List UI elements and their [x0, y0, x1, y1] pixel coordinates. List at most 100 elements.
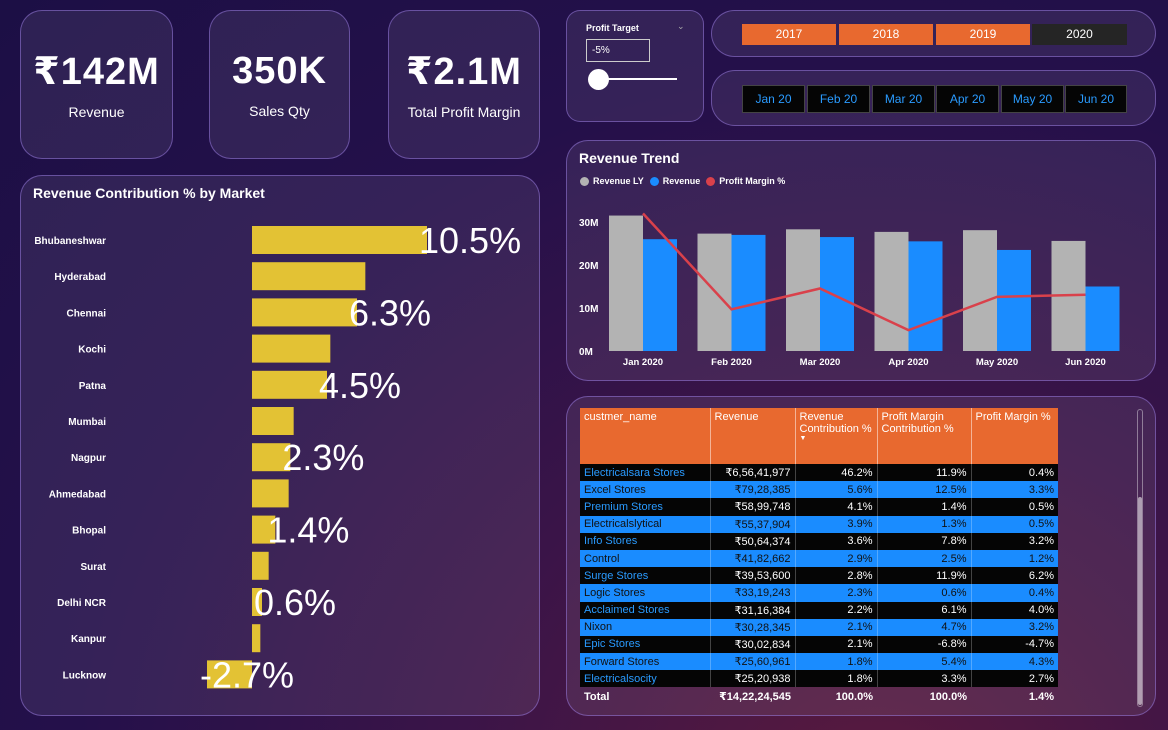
table-cell: Electricalsara Stores	[580, 464, 711, 482]
table-cell: 2.3%	[795, 584, 878, 602]
total-cell: 1.4%	[1028, 690, 1054, 703]
revenue-trend-chart: 0M 10M 20M 30M Jan 2020 Feb 2020 Mar 2020 Apr 2…	[579, 212, 1120, 368]
market-bar[interactable]	[252, 479, 289, 508]
table-cell: 0.4%	[971, 464, 1058, 482]
table-row[interactable]: Nixon ₹30,28,345 2.1% 4.7% 3.2%	[580, 618, 1058, 636]
table-cell: Electricalsocity	[580, 670, 711, 688]
legend-dot-revenue	[649, 176, 659, 186]
table-cell: 2.2%	[795, 601, 878, 619]
market-bar[interactable]	[252, 370, 327, 399]
table-cell: ₹79,28,385	[710, 481, 796, 499]
year-button-2017[interactable]: 2017	[742, 24, 836, 45]
table-row[interactable]: Surge Stores ₹39,53,600 2.8% 11.9% 6.2%	[580, 567, 1058, 585]
table-cell: 1.8%	[795, 670, 878, 688]
table-cell: 11.9%	[877, 464, 972, 482]
market-bar[interactable]	[252, 624, 261, 653]
market-data-label: 4.5%	[319, 365, 401, 406]
x-tick-label: Mar 2020	[800, 357, 841, 368]
col-header-revenue-contribution[interactable]: Revenue Contribution % ▼	[795, 408, 878, 464]
col-header-profit-margin-contribution[interactable]: Profit Margin Contribution %	[877, 408, 972, 464]
table-cell: ₹30,02,834	[710, 635, 796, 654]
market-label: Surat	[80, 562, 106, 573]
table-cell: 46.2%	[795, 464, 878, 482]
table-cell: 0.6%	[877, 584, 972, 602]
kpi-sales-qty-value: 350K	[232, 50, 327, 92]
market-bar[interactable]	[252, 407, 294, 435]
market-bar[interactable]	[252, 262, 366, 291]
revenue-bar[interactable]	[820, 237, 854, 351]
table-cell: Acclaimed Stores	[580, 601, 711, 619]
table-cell: Surge Stores	[580, 567, 711, 585]
market-bar[interactable]	[252, 334, 331, 363]
table-cell: 4.0%	[971, 601, 1058, 619]
year-button-2018[interactable]: 2018	[839, 24, 933, 45]
table-cell: ₹33,19,243	[710, 584, 796, 602]
market-data-label: 1.4%	[267, 510, 349, 551]
table-scrollbar-thumb[interactable]	[1138, 497, 1142, 705]
market-bar[interactable]	[252, 298, 357, 327]
table-row[interactable]: Electricalsara Stores ₹6,56,41,977 46.2% 11…	[580, 464, 1058, 482]
market-bar[interactable]	[252, 551, 269, 580]
table-cell: Control	[580, 549, 711, 568]
table-cell: 3.3%	[971, 481, 1058, 499]
table-cell: 0.4%	[971, 584, 1058, 602]
chevron-down-icon[interactable]: ⌄	[677, 21, 685, 32]
sort-desc-icon[interactable]: ▼	[800, 435, 873, 443]
revenue-ly-bar[interactable]	[963, 230, 997, 351]
col-header-customer[interactable]: custmer_name	[580, 408, 711, 464]
revenue-bar[interactable]	[997, 249, 1031, 351]
table-cell: -4.7%	[971, 635, 1058, 654]
table-row[interactable]: Electricalsocity ₹25,20,938 1.8% 3.3% 2.7%	[580, 670, 1058, 688]
revenue-bar[interactable]	[643, 239, 677, 351]
revenue-bar[interactable]	[731, 234, 766, 351]
year-button-2019[interactable]: 2019	[936, 24, 1030, 45]
table-row[interactable]: Epic Stores ₹30,02,834 2.1% -6.8% -4.7%	[580, 635, 1058, 654]
table-row[interactable]: Info Stores ₹50,64,374 3.6% 7.8% 3.2%	[580, 532, 1058, 550]
revenue-bar[interactable]	[1085, 286, 1120, 352]
table-cell: 4.7%	[877, 618, 972, 636]
year-button-2020[interactable]: 2020	[1032, 24, 1127, 45]
revenue-ly-bar[interactable]	[874, 231, 909, 351]
market-label: Bhopal	[72, 526, 106, 537]
month-button-mar[interactable]: Mar 20	[872, 85, 935, 113]
market-data-label: 10.5%	[419, 220, 521, 261]
revenue-ly-bar[interactable]	[609, 215, 643, 351]
table-cell: 12.5%	[877, 481, 972, 499]
table-cell: 6.1%	[877, 601, 972, 619]
market-label: Ahmedabad	[49, 489, 106, 500]
month-button-may[interactable]: May 20	[1001, 85, 1064, 113]
table-cell: 3.6%	[795, 532, 878, 550]
table-row[interactable]: Logic Stores ₹33,19,243 2.3% 0.6% 0.4%	[580, 584, 1058, 602]
table-cell: 0.5%	[971, 515, 1058, 533]
kpi-revenue-label: Revenue	[68, 104, 125, 120]
table-row[interactable]: Excel Stores ₹79,28,385 5.6% 12.5% 3.3%	[580, 481, 1058, 499]
table-row[interactable]: Premium Stores ₹58,99,748 4.1% 1.4% 0.5%	[580, 498, 1058, 516]
table-row[interactable]: Electricalslytical ₹55,37,904 3.9% 1.3% 0.5%	[580, 515, 1058, 533]
profit-target-slider-handle[interactable]	[588, 69, 609, 90]
table-cell: 2.9%	[795, 549, 878, 568]
trend-legend: Revenue LY Revenue Profit Margin %	[580, 176, 785, 186]
month-button-jun[interactable]: Jun 20	[1065, 85, 1127, 113]
month-button-jan[interactable]: Jan 20	[742, 85, 805, 113]
y-tick-label: 30M	[579, 218, 598, 229]
profit-target-input[interactable]: -5%	[586, 39, 650, 62]
y-tick-label: 10M	[579, 304, 598, 315]
table-row[interactable]: Acclaimed Stores ₹31,16,384 2.2% 6.1% 4.0%	[580, 601, 1058, 619]
market-label: Nagpur	[71, 453, 106, 464]
table-cell: -6.8%	[877, 635, 972, 654]
table-row[interactable]: Control ₹41,82,662 2.9% 2.5% 1.2%	[580, 549, 1058, 568]
table-row[interactable]: Forward Stores ₹25,60,961 1.8% 5.4% 4.3%	[580, 653, 1058, 671]
revenue-bar[interactable]	[908, 241, 943, 351]
legend-label-revenue: Revenue	[662, 176, 701, 186]
col-header-revenue[interactable]: Revenue	[710, 408, 796, 464]
market-data-label: 6.3%	[349, 292, 431, 333]
profit-target-card: Profit Target ⌄ -5%	[566, 10, 704, 122]
customer-table-card: custmer_name Revenue Revenue Contributio…	[566, 396, 1156, 716]
month-button-apr[interactable]: Apr 20	[936, 85, 999, 113]
x-tick-label: Feb 2020	[711, 357, 752, 368]
month-button-feb[interactable]: Feb 20	[807, 85, 870, 113]
col-header-profit-margin[interactable]: Profit Margin %	[971, 408, 1058, 464]
month-slicer-card: Jan 20 Feb 20 Mar 20 Apr 20 May 20 Jun 2…	[711, 70, 1156, 126]
legend-dot-profit-margin	[706, 176, 716, 186]
market-bar[interactable]	[252, 226, 427, 254]
